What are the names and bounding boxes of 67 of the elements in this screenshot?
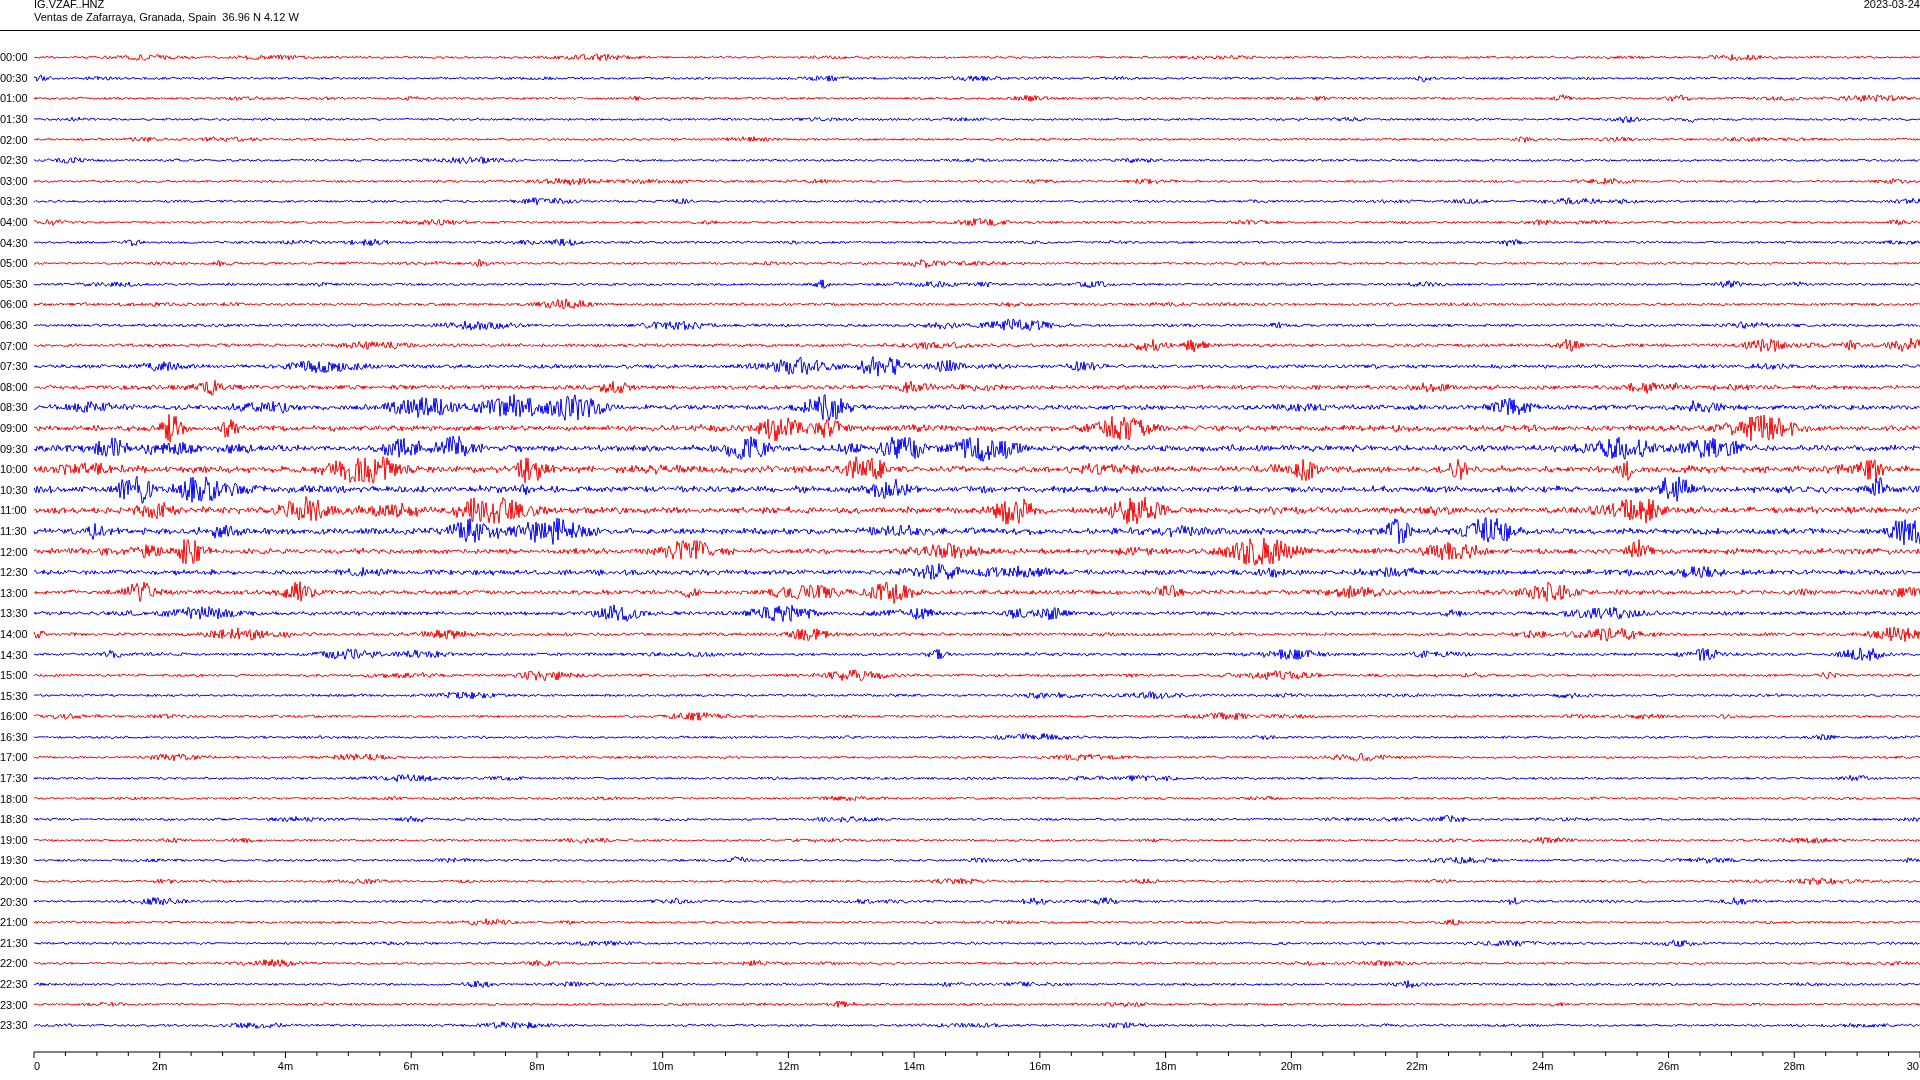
axis-label: 30 (1906, 1059, 1919, 1072)
time-label: 03:30 (0, 195, 29, 208)
time-label: 15:00 (0, 669, 29, 682)
time-label: 01:30 (0, 113, 29, 126)
time-label: 16:00 (0, 710, 29, 723)
time-label: 14:30 (0, 648, 29, 661)
axis-label: 22m (1406, 1059, 1428, 1072)
time-label: 04:00 (0, 216, 29, 229)
date-label: 2023-03-24 (1863, 0, 1920, 12)
time-label: 09:30 (0, 442, 29, 455)
axis-label: 12m (777, 1059, 800, 1072)
time-label: 01:00 (0, 92, 29, 105)
axis-label: 10m (651, 1059, 674, 1072)
time-label: 18:30 (0, 813, 29, 826)
time-label: 17:30 (0, 772, 29, 785)
axis-label: 8m (529, 1059, 545, 1072)
time-label: 21:00 (0, 916, 29, 929)
time-label: 07:00 (0, 339, 29, 352)
time-label: 05:30 (0, 277, 29, 290)
time-label: 14:00 (0, 627, 29, 640)
time-label: 12:30 (0, 566, 29, 579)
axis-label: 4m (277, 1059, 294, 1072)
time-label: 21:30 (0, 936, 29, 949)
time-label: 23:00 (0, 998, 29, 1011)
axis-label: 18m (1154, 1059, 1177, 1072)
time-label: 11:00 (0, 504, 28, 517)
time-label: 10:30 (0, 483, 29, 496)
axis-label: 20m (1280, 1059, 1303, 1072)
axis-label: 2m (152, 1059, 168, 1072)
time-label: 11:30 (0, 524, 28, 537)
time-label: 13:30 (0, 607, 29, 620)
axis-label: 0 (34, 1059, 41, 1072)
time-label: 22:00 (0, 957, 29, 970)
time-label: 08:30 (0, 401, 29, 414)
time-label: 23:30 (0, 1019, 29, 1032)
time-label: 16:30 (0, 730, 29, 743)
time-label: 03:00 (0, 174, 29, 187)
station-code: IG.VZAF..HNZ (34, 0, 106, 11)
time-label: 00:30 (0, 71, 29, 84)
time-label: 17:00 (0, 751, 29, 764)
time-label: 02:00 (0, 133, 29, 146)
time-label: 15:30 (0, 689, 29, 702)
axis-label: 16m (1029, 1059, 1051, 1072)
time-label: 06:30 (0, 319, 29, 331)
time-label: 08:00 (0, 380, 29, 393)
time-label: 22:30 (0, 978, 29, 990)
time-label: 10:00 (0, 463, 29, 476)
time-label: 20:30 (0, 895, 29, 908)
axis-label: 26m (1657, 1059, 1680, 1072)
station-location: Ventas de Zafarraya, Granada, Spain 36.96 N 4.12 W (34, 11, 299, 24)
axis-label: 6m (403, 1059, 419, 1072)
axis-label: 14m (903, 1059, 925, 1072)
time-label: 05:00 (0, 257, 29, 270)
time-label: 20:00 (0, 875, 29, 888)
time-label: 18:00 (0, 792, 29, 805)
axis-label: 28m (1783, 1059, 1805, 1072)
time-label: 19:00 (0, 833, 29, 846)
axis-label: 24m (1532, 1059, 1554, 1072)
time-label: 07:30 (0, 360, 29, 373)
time-label: 02:30 (0, 154, 29, 167)
time-label: 06:00 (0, 298, 29, 311)
time-label: 19:30 (0, 854, 29, 867)
time-label: 12:00 (0, 545, 29, 558)
time-label: 04:30 (0, 236, 29, 249)
time-label: 13:00 (0, 586, 29, 599)
time-label: 00:00 (0, 51, 29, 64)
time-label: 09:00 (0, 422, 29, 434)
